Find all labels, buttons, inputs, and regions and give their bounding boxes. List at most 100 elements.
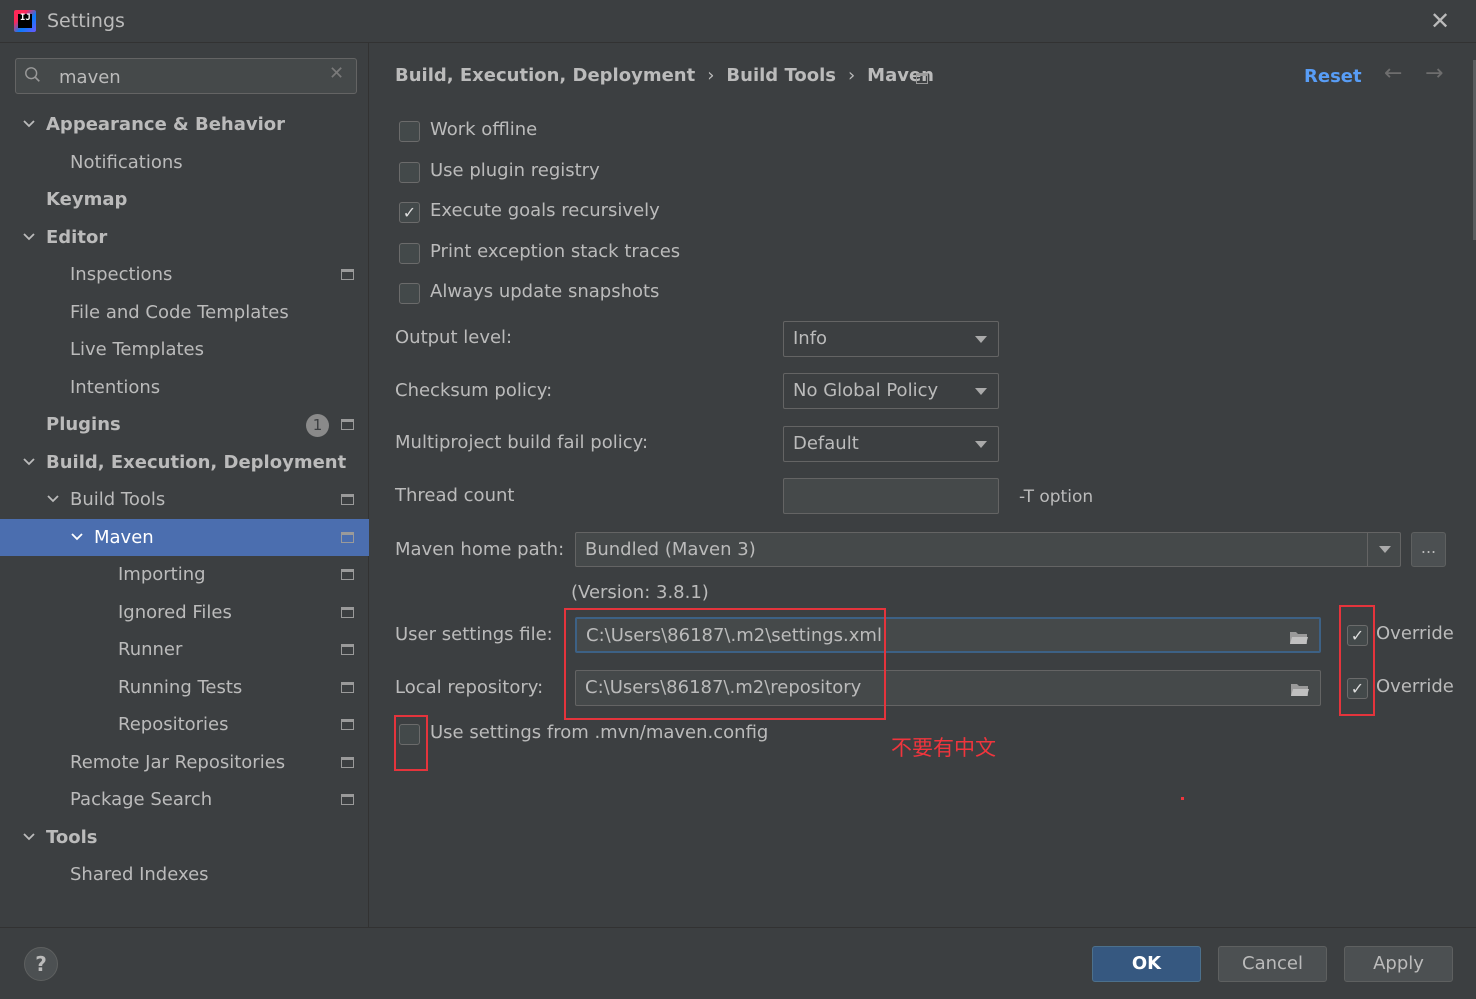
title-bar: IJ Settings ✕ bbox=[0, 0, 1476, 43]
use-plugin-registry-checkbox[interactable] bbox=[399, 162, 420, 183]
update-snapshots-label: Always update snapshots bbox=[430, 281, 660, 302]
chevron-down-icon[interactable] bbox=[22, 444, 40, 481]
sidebar-item[interactable]: Build, Execution, Deployment bbox=[0, 444, 369, 481]
chevron-down-icon[interactable] bbox=[46, 481, 64, 518]
sidebar-item[interactable]: Running Tests bbox=[0, 669, 369, 706]
fail-policy-select[interactable]: Default bbox=[783, 426, 999, 462]
sidebar-item-label: Notifications bbox=[70, 151, 183, 173]
maven-settings-panel: Build, Execution, Deployment › Build Tools… bbox=[370, 43, 1476, 927]
breadcrumb-separator: › bbox=[847, 65, 856, 86]
thread-count-input[interactable] bbox=[783, 478, 999, 514]
sidebar-item[interactable]: Inspections bbox=[0, 256, 369, 293]
chevron-down-icon[interactable] bbox=[22, 819, 40, 856]
sidebar-item[interactable]: File and Code Templates bbox=[0, 294, 369, 331]
update-snapshots-checkbox[interactable] bbox=[399, 283, 420, 304]
dropdown-arrow-icon bbox=[975, 441, 987, 448]
sidebar-item[interactable]: Live Templates bbox=[0, 331, 369, 368]
window-title: Settings bbox=[47, 10, 125, 32]
chevron-down-icon[interactable] bbox=[22, 106, 40, 143]
sidebar-item-label: Keymap bbox=[46, 189, 128, 210]
fail-policy-label: Multiproject build fail policy: bbox=[395, 432, 649, 453]
sidebar-item[interactable]: Intentions bbox=[0, 369, 369, 406]
sidebar-item[interactable]: Maven bbox=[0, 518, 369, 556]
help-button[interactable]: ? bbox=[24, 947, 58, 981]
chevron-down-icon[interactable] bbox=[22, 219, 40, 256]
sidebar-item[interactable]: Build Tools bbox=[0, 481, 369, 518]
project-scope-icon bbox=[341, 756, 354, 768]
sidebar-item-label: Inspections bbox=[70, 264, 173, 285]
user-settings-override-label: Override bbox=[1376, 623, 1454, 644]
clear-search-icon[interactable]: ✕ bbox=[329, 63, 344, 84]
checksum-policy-select[interactable]: No Global Policy bbox=[783, 373, 999, 409]
breadcrumb-separator: › bbox=[707, 65, 715, 86]
forward-arrow-icon[interactable]: → bbox=[1425, 61, 1443, 86]
sidebar-item-label: Importing bbox=[118, 564, 206, 585]
cancel-button[interactable]: Cancel bbox=[1218, 946, 1327, 982]
execute-goals-checkbox[interactable]: ✓ bbox=[399, 202, 420, 223]
print-stack-traces-checkbox[interactable] bbox=[399, 243, 420, 264]
sidebar-item[interactable]: Package Search bbox=[0, 781, 369, 818]
output-level-label: Output level: bbox=[395, 327, 513, 348]
sidebar-item-label: Editor bbox=[46, 226, 108, 248]
sidebar-item-label: Package Search bbox=[70, 789, 213, 810]
sidebar-item[interactable]: Tools bbox=[0, 819, 369, 856]
print-stack-traces-label: Print exception stack traces bbox=[430, 241, 681, 262]
use-plugin-registry-label: Use plugin registry bbox=[430, 160, 600, 181]
maven-home-select[interactable]: Bundled (Maven 3) bbox=[575, 532, 1401, 567]
local-repository-override-label: Override bbox=[1376, 676, 1454, 697]
folder-icon[interactable] bbox=[1290, 682, 1310, 697]
sidebar-item[interactable]: Repositories bbox=[0, 706, 369, 743]
user-settings-label: User settings file: bbox=[395, 624, 553, 645]
sidebar-item[interactable]: Keymap bbox=[0, 181, 369, 218]
apply-button[interactable]: Apply bbox=[1344, 946, 1453, 982]
sidebar-item[interactable]: Importing bbox=[0, 556, 369, 593]
breadcrumb-item: Build Tools bbox=[726, 65, 836, 86]
maven-home-value: Bundled (Maven 3) bbox=[585, 539, 756, 560]
chevron-down-icon[interactable] bbox=[70, 519, 88, 556]
sidebar-item-label: Maven bbox=[94, 526, 154, 548]
dropdown-arrow-icon bbox=[975, 388, 987, 395]
breadcrumb-item: Build, Execution, Deployment bbox=[395, 65, 696, 86]
sidebar-item[interactable]: Ignored Files bbox=[0, 594, 369, 631]
thread-count-hint: -T option bbox=[1019, 487, 1094, 507]
sidebar-item-label: Shared Indexes bbox=[70, 864, 209, 885]
dropdown-arrow-icon bbox=[1379, 546, 1391, 553]
sidebar-item-label: Plugins bbox=[46, 414, 121, 435]
close-icon[interactable]: ✕ bbox=[1428, 7, 1452, 35]
local-repository-label: Local repository: bbox=[395, 677, 544, 698]
checksum-policy-label: Checksum policy: bbox=[395, 380, 553, 401]
sidebar-item-label: Tools bbox=[46, 826, 98, 848]
browse-maven-home-button[interactable]: ... bbox=[1411, 532, 1446, 567]
sidebar-item[interactable]: Plugins 1 bbox=[0, 406, 369, 443]
sidebar-item[interactable]: Remote Jar Repositories bbox=[0, 744, 369, 781]
reset-link[interactable]: Reset bbox=[1304, 66, 1362, 87]
sidebar-item[interactable]: Shared Indexes bbox=[0, 856, 369, 893]
sidebar-item-label: Intentions bbox=[70, 376, 161, 398]
project-scope-icon bbox=[341, 794, 354, 805]
sidebar-item[interactable]: Runner bbox=[0, 631, 369, 668]
folder-icon[interactable] bbox=[1289, 630, 1309, 645]
ok-button[interactable]: OK bbox=[1092, 946, 1201, 982]
sidebar-item-label: Ignored Files bbox=[118, 601, 232, 623]
search-box[interactable]: ✕ bbox=[15, 58, 357, 94]
sidebar-item[interactable]: Editor bbox=[0, 219, 369, 256]
project-scope-icon bbox=[341, 644, 354, 655]
intellij-app-icon: IJ bbox=[14, 10, 36, 32]
use-mvn-config-label: Use settings from .mvn/maven.config bbox=[430, 722, 769, 743]
search-input[interactable] bbox=[59, 65, 329, 89]
breadcrumb: Build, Execution, Deployment › Build Tools… bbox=[395, 65, 934, 91]
work-offline-checkbox[interactable] bbox=[399, 121, 420, 142]
project-scope-icon bbox=[341, 531, 354, 543]
sidebar-item[interactable]: Appearance & Behavior bbox=[0, 106, 369, 143]
sidebar-item[interactable]: Notifications bbox=[0, 144, 369, 181]
output-level-select[interactable]: Info bbox=[783, 321, 999, 357]
execute-goals-label: Execute goals recursively bbox=[430, 200, 660, 221]
sidebar-item-label: Runner bbox=[118, 639, 183, 660]
sidebar-item-label: Build, Execution, Deployment bbox=[46, 451, 347, 473]
project-scope-icon bbox=[341, 719, 354, 730]
combo-divider bbox=[1367, 533, 1368, 566]
project-scope-icon bbox=[341, 681, 354, 693]
annotation-box-mvn-config bbox=[394, 715, 428, 771]
sidebar-item-label: Repositories bbox=[118, 714, 229, 735]
back-arrow-icon[interactable]: ← bbox=[1384, 61, 1402, 86]
